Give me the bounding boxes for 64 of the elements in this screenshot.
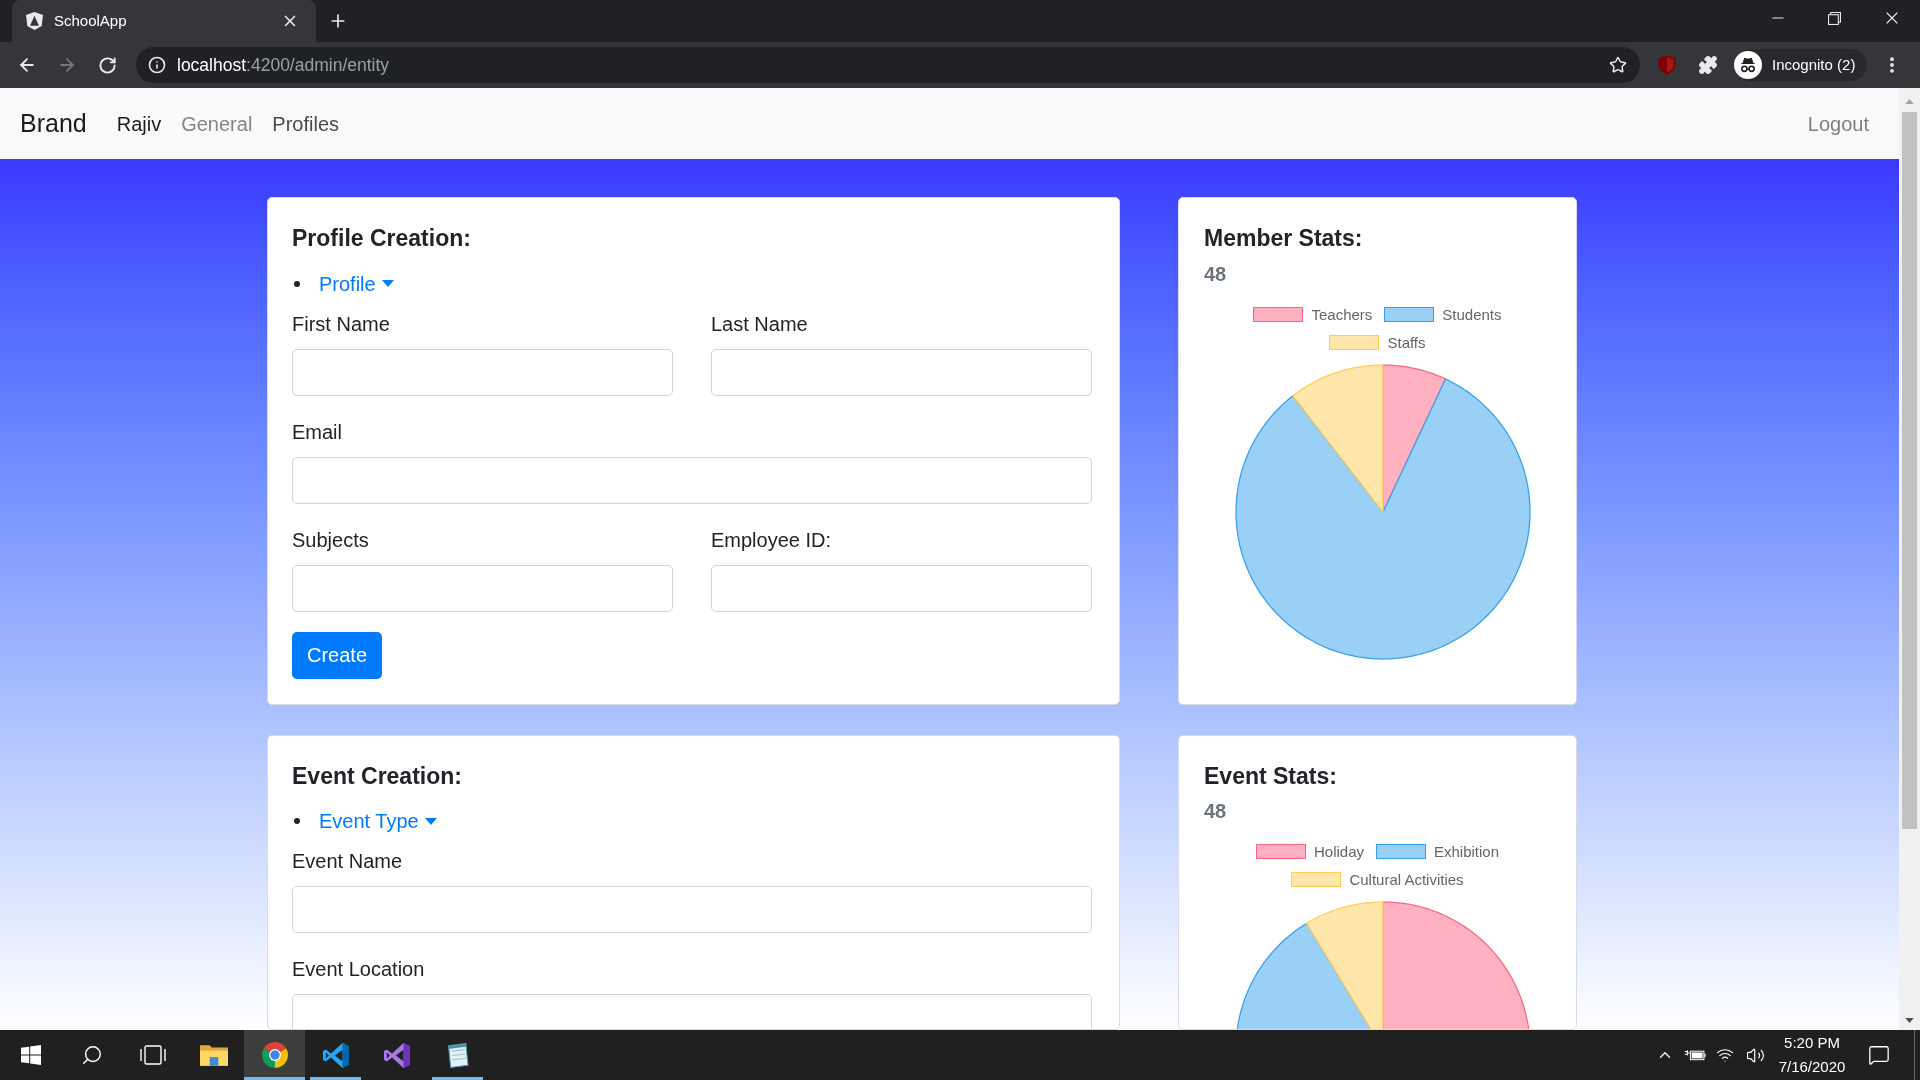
input-field[interactable] — [292, 564, 673, 612]
field-label: Event Location — [292, 957, 425, 983]
navbar-brand[interactable]: Brand — [20, 104, 87, 143]
card-title: Event Creation: — [292, 762, 462, 791]
legend-label: Students — [1442, 305, 1502, 323]
input-field[interactable] — [292, 348, 673, 396]
input-field[interactable] — [292, 994, 1092, 1029]
bullet-icon — [294, 818, 300, 825]
card-title: Profile Creation: — [292, 225, 471, 253]
field-label: First Name — [292, 311, 390, 337]
legend-label: Teachers — [1311, 305, 1373, 323]
total-count: 48 — [1204, 799, 1227, 824]
nav-link[interactable]: Profiles — [262, 108, 350, 139]
profile-button[interactable]: Incognito (2) — [1736, 49, 1867, 81]
clock-date[interactable]: 7/16/2020 — [1778, 1055, 1846, 1079]
card-title: Member Stats: — [1204, 225, 1363, 253]
field-label: Email — [292, 419, 342, 445]
dropdown-toggle[interactable]: Event Type — [319, 806, 437, 837]
url-text: localhost:4200/admin/entity — [177, 53, 390, 77]
total-count: 48 — [1204, 261, 1227, 286]
visual-studio-icon — [383, 1042, 410, 1068]
card-title: Event Stats: — [1204, 762, 1337, 791]
field-label: Event Name — [292, 849, 403, 875]
notepad-icon — [446, 1042, 469, 1068]
info-icon[interactable] — [148, 56, 166, 74]
legend-label: Staffs — [1387, 333, 1426, 351]
star-icon[interactable] — [1609, 56, 1627, 74]
field-label: Employee ID: — [711, 527, 832, 553]
puzzle-icon[interactable] — [1698, 55, 1718, 75]
browser-tab[interactable]: SchoolApp — [12, 0, 316, 42]
input-field[interactable] — [292, 886, 1092, 934]
battery-icon[interactable] — [1684, 1049, 1706, 1061]
legend-label: Holiday — [1313, 843, 1364, 861]
vscode-icon — [322, 1042, 349, 1068]
legend-label: Cultural Activities — [1349, 871, 1464, 889]
legend-label: Exhibition — [1434, 843, 1500, 861]
notification-icon[interactable] — [1868, 1044, 1890, 1066]
chrome-icon — [261, 1042, 288, 1068]
bullet-icon — [294, 280, 300, 287]
tab-logo-icon — [26, 12, 43, 30]
nav-link[interactable]: General — [171, 108, 263, 139]
field-label: Last Name — [711, 311, 808, 337]
scrollbar-thumb[interactable] — [1902, 112, 1917, 829]
input-field[interactable] — [292, 456, 1092, 504]
field-label: Subjects — [292, 527, 369, 553]
task-view-icon[interactable] — [139, 1045, 166, 1065]
nav-link[interactable]: Rajiv — [106, 108, 172, 139]
scroll-down-icon[interactable] — [1905, 1018, 1914, 1023]
search-icon[interactable] — [80, 1044, 103, 1066]
taskbar-button[interactable] — [244, 1030, 305, 1080]
hat-glasses-icon — [1734, 51, 1762, 79]
input-field[interactable] — [711, 564, 1092, 612]
clock-time[interactable]: 5:20 PM — [1784, 1031, 1840, 1055]
address-bar[interactable]: localhost:4200/admin/entity — [136, 47, 1640, 83]
caret-icon — [424, 817, 437, 825]
input-field[interactable] — [711, 348, 1092, 396]
caret-icon — [381, 280, 394, 288]
reload-icon[interactable] — [97, 55, 117, 75]
restore-icon[interactable] — [1828, 11, 1841, 25]
logout-link[interactable]: Logout — [1797, 108, 1879, 139]
dropdown-toggle[interactable]: Profile — [319, 268, 394, 299]
windows-logo-icon[interactable] — [20, 1045, 41, 1065]
submit-button[interactable]: Create — [292, 631, 383, 679]
folder-icon — [199, 1044, 228, 1066]
